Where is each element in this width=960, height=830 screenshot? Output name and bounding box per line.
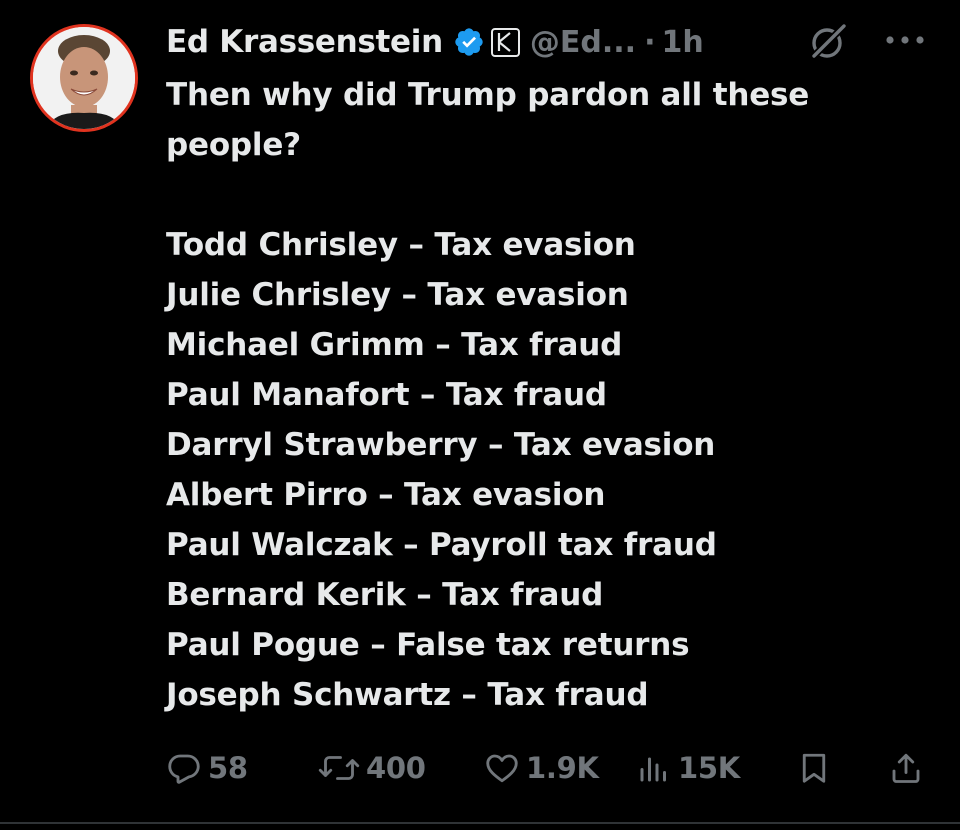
tweet-header: Ed Krassenstein @Ed... · 1h — [166, 14, 704, 70]
pardon-list-item: Julie Chrisley – Tax evasion — [166, 277, 629, 313]
verified-badge-icon[interactable] — [453, 26, 485, 58]
avatar[interactable] — [30, 24, 138, 132]
pardon-list-item: Paul Walczak – Payroll tax fraud — [166, 527, 717, 563]
avatar-photo — [33, 27, 135, 129]
share-button[interactable] — [888, 740, 924, 796]
pardon-list-item: Albert Pirro – Tax evasion — [166, 477, 606, 513]
divider — [0, 822, 960, 824]
like-button[interactable]: 1.9K — [484, 740, 599, 796]
reply-icon — [168, 754, 200, 784]
more-icon[interactable] — [880, 28, 930, 52]
views-icon — [640, 757, 666, 782]
pardon-list-item: Paul Pogue – False tax returns — [166, 627, 690, 663]
reply-button[interactable]: 58 — [166, 740, 248, 796]
author-name[interactable]: Ed Krassenstein — [166, 24, 443, 60]
views-button[interactable]: 15K — [636, 740, 740, 796]
reply-count: 58 — [208, 751, 248, 785]
pardon-list-item: Bernard Kerik – Tax fraud — [166, 577, 604, 613]
share-icon — [892, 753, 920, 783]
header-separator: · — [644, 24, 656, 60]
affiliation-badge-icon[interactable] — [490, 27, 520, 57]
views-count: 15K — [678, 751, 740, 785]
pardon-list-item: Todd Chrisley – Tax evasion — [166, 227, 636, 263]
like-count: 1.9K — [526, 751, 599, 785]
grok-icon[interactable] — [806, 20, 850, 64]
pardon-list-item: Joseph Schwartz – Tax fraud — [166, 677, 649, 713]
author-handle[interactable]: @Ed... — [530, 25, 636, 60]
pardon-list-item: Darryl Strawberry – Tax evasion — [166, 427, 716, 463]
repost-count: 400 — [366, 751, 426, 785]
tweet[interactable]: Ed Krassenstein @Ed... · 1h Then why did… — [0, 0, 960, 830]
pardon-list-item: Michael Grimm – Tax fraud — [166, 327, 623, 363]
repost-icon — [318, 756, 360, 780]
tweet-text-line: people? — [166, 127, 301, 163]
pardon-list-item: Paul Manafort – Tax fraud — [166, 377, 607, 413]
tweet-text: Then why did Trump pardon all these peop… — [166, 70, 926, 720]
bookmark-icon — [802, 753, 826, 783]
action-bar: 58 400 1.9K 15K — [0, 740, 960, 796]
repost-button[interactable]: 400 — [318, 740, 426, 796]
tweet-timestamp[interactable]: 1h — [661, 25, 703, 60]
bookmark-button[interactable] — [796, 740, 832, 796]
tweet-text-line: Then why did Trump pardon all these — [166, 77, 810, 113]
like-icon — [486, 754, 518, 783]
